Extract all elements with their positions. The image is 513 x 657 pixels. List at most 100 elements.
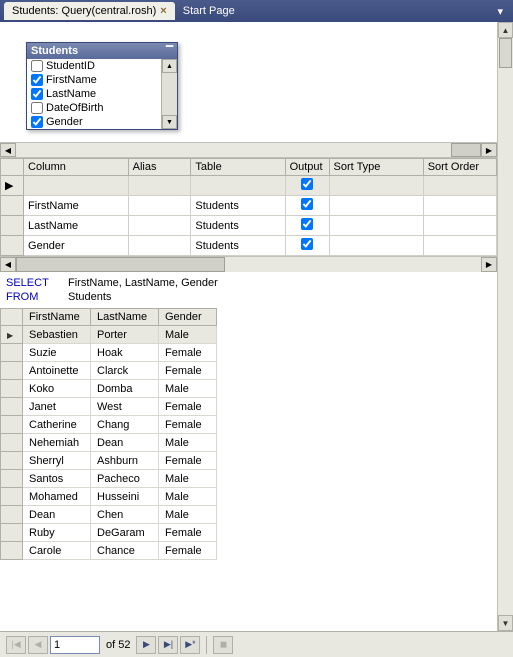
- output-checkbox[interactable]: [301, 238, 313, 250]
- table-row[interactable]: RubyDeGaramFemale: [1, 524, 217, 542]
- criteria-row[interactable]: GenderStudents: [1, 236, 497, 256]
- scroll-down-icon[interactable]: ▼: [162, 115, 177, 129]
- criteria-header-sortorder[interactable]: Sort Order: [423, 159, 496, 176]
- nav-last-button[interactable]: ▶|: [158, 636, 178, 654]
- scroll-left-icon[interactable]: ◀: [0, 257, 16, 272]
- criteria-row[interactable]: FirstName Students: [1, 196, 497, 216]
- cell-lastname[interactable]: Pacheco: [91, 470, 159, 488]
- criteria-hscroll[interactable]: ◀ ▶: [0, 256, 497, 272]
- table-row[interactable]: AntoinetteClarckFemale: [1, 362, 217, 380]
- nav-prev-button[interactable]: ◀: [28, 636, 48, 654]
- scroll-up-icon[interactable]: ▲: [162, 59, 177, 73]
- row-selector[interactable]: [1, 542, 23, 560]
- nav-next-button[interactable]: ▶: [136, 636, 156, 654]
- field-checkbox[interactable]: [31, 74, 43, 86]
- criteria-cell-sorttype[interactable]: [329, 216, 423, 236]
- cell-firstname[interactable]: Suzie: [23, 344, 91, 362]
- row-selector[interactable]: [1, 398, 23, 416]
- cell-lastname[interactable]: Chen: [91, 506, 159, 524]
- tab-overflow-icon[interactable]: ▾: [491, 5, 509, 18]
- cell-firstname[interactable]: Carole: [23, 542, 91, 560]
- row-selector[interactable]: [1, 524, 23, 542]
- table-box-scrollbar[interactable]: ▲ ▼: [161, 59, 177, 129]
- cell-gender[interactable]: Female: [159, 362, 217, 380]
- results-header-gender[interactable]: Gender: [159, 309, 217, 326]
- row-selector[interactable]: [1, 380, 23, 398]
- row-selector[interactable]: ▶: [1, 176, 24, 196]
- cell-gender[interactable]: Female: [159, 452, 217, 470]
- criteria-cell-sortorder[interactable]: [423, 196, 496, 216]
- nav-current-input[interactable]: [50, 636, 100, 654]
- criteria-cell-column[interactable]: FirstName: [24, 196, 129, 216]
- window-menu-icon[interactable]: ▔: [166, 46, 173, 57]
- criteria-cell-output[interactable]: [285, 176, 329, 196]
- cell-gender[interactable]: Male: [159, 380, 217, 398]
- cell-firstname[interactable]: Santos: [23, 470, 91, 488]
- criteria-cell-table[interactable]: Students: [191, 196, 285, 216]
- cell-lastname[interactable]: DeGaram: [91, 524, 159, 542]
- criteria-cell-sortorder[interactable]: [423, 216, 496, 236]
- field-checkbox[interactable]: [31, 116, 43, 128]
- nav-stop-button[interactable]: ◼: [213, 636, 233, 654]
- table-row[interactable]: CaroleChanceFemale: [1, 542, 217, 560]
- table-row[interactable]: SherrylAshburnFemale: [1, 452, 217, 470]
- cell-gender[interactable]: Male: [159, 506, 217, 524]
- scroll-right-icon[interactable]: ▶: [481, 143, 497, 157]
- cell-firstname[interactable]: Nehemiah: [23, 434, 91, 452]
- output-checkbox[interactable]: [301, 198, 313, 210]
- row-selector[interactable]: [1, 326, 23, 344]
- tab-start-page[interactable]: Start Page: [175, 2, 243, 20]
- row-selector[interactable]: [1, 452, 23, 470]
- table-diagram-students[interactable]: Students ▔ StudentIDFirstNameLastNameDat…: [26, 42, 178, 130]
- table-row[interactable]: KokoDombaMale: [1, 380, 217, 398]
- output-checkbox[interactable]: [301, 218, 313, 230]
- cell-lastname[interactable]: Dean: [91, 434, 159, 452]
- cell-gender[interactable]: Male: [159, 326, 217, 344]
- criteria-cell-alias[interactable]: [128, 236, 191, 256]
- scroll-left-icon[interactable]: ◀: [0, 143, 16, 157]
- field-row[interactable]: FirstName: [27, 73, 161, 87]
- criteria-cell-sorttype[interactable]: [329, 236, 423, 256]
- cell-lastname[interactable]: Porter: [91, 326, 159, 344]
- cell-lastname[interactable]: Ashburn: [91, 452, 159, 470]
- field-row[interactable]: DateOfBirth: [27, 101, 161, 115]
- criteria-cell-alias[interactable]: [128, 216, 191, 236]
- criteria-header-alias[interactable]: Alias: [128, 159, 191, 176]
- table-row[interactable]: SuzieHoakFemale: [1, 344, 217, 362]
- cell-firstname[interactable]: Sebastien: [23, 326, 91, 344]
- results-header-firstname[interactable]: FirstName: [23, 309, 91, 326]
- row-selector[interactable]: [1, 470, 23, 488]
- cell-firstname[interactable]: Dean: [23, 506, 91, 524]
- nav-new-button[interactable]: ▶*: [180, 636, 200, 654]
- criteria-cell-sortorder[interactable]: [423, 176, 496, 196]
- table-row[interactable]: NehemiahDeanMale: [1, 434, 217, 452]
- cell-gender[interactable]: Female: [159, 542, 217, 560]
- criteria-cell-output[interactable]: [285, 216, 329, 236]
- cell-lastname[interactable]: West: [91, 398, 159, 416]
- cell-firstname[interactable]: Mohamed: [23, 488, 91, 506]
- criteria-cell-output[interactable]: [285, 196, 329, 216]
- table-row[interactable]: CatherineChangFemale: [1, 416, 217, 434]
- field-row[interactable]: StudentID: [27, 59, 161, 73]
- cell-gender[interactable]: Female: [159, 344, 217, 362]
- main-vscroll[interactable]: ▲ ▼: [497, 22, 513, 631]
- tab-active[interactable]: Students: Query(central.rosh) ×: [4, 2, 175, 20]
- criteria-cell-sorttype[interactable]: [329, 176, 423, 196]
- row-selector[interactable]: [1, 416, 23, 434]
- criteria-header-column[interactable]: Column: [24, 159, 129, 176]
- row-selector[interactable]: [1, 362, 23, 380]
- criteria-cell-alias[interactable]: [128, 196, 191, 216]
- criteria-cell-output[interactable]: [285, 236, 329, 256]
- results-grid[interactable]: FirstName LastName Gender SebastienPorte…: [0, 308, 217, 560]
- cell-firstname[interactable]: Catherine: [23, 416, 91, 434]
- scroll-up-icon[interactable]: ▲: [498, 22, 513, 38]
- results-header-lastname[interactable]: LastName: [91, 309, 159, 326]
- row-selector[interactable]: [1, 506, 23, 524]
- cell-lastname[interactable]: Hoak: [91, 344, 159, 362]
- sql-pane[interactable]: SELECTFirstName, LastName, Gender FROMSt…: [0, 272, 497, 308]
- table-row[interactable]: SebastienPorterMale: [1, 326, 217, 344]
- field-row[interactable]: Gender: [27, 115, 161, 129]
- row-selector[interactable]: [1, 488, 23, 506]
- criteria-cell-column[interactable]: Gender: [24, 236, 129, 256]
- cell-firstname[interactable]: Janet: [23, 398, 91, 416]
